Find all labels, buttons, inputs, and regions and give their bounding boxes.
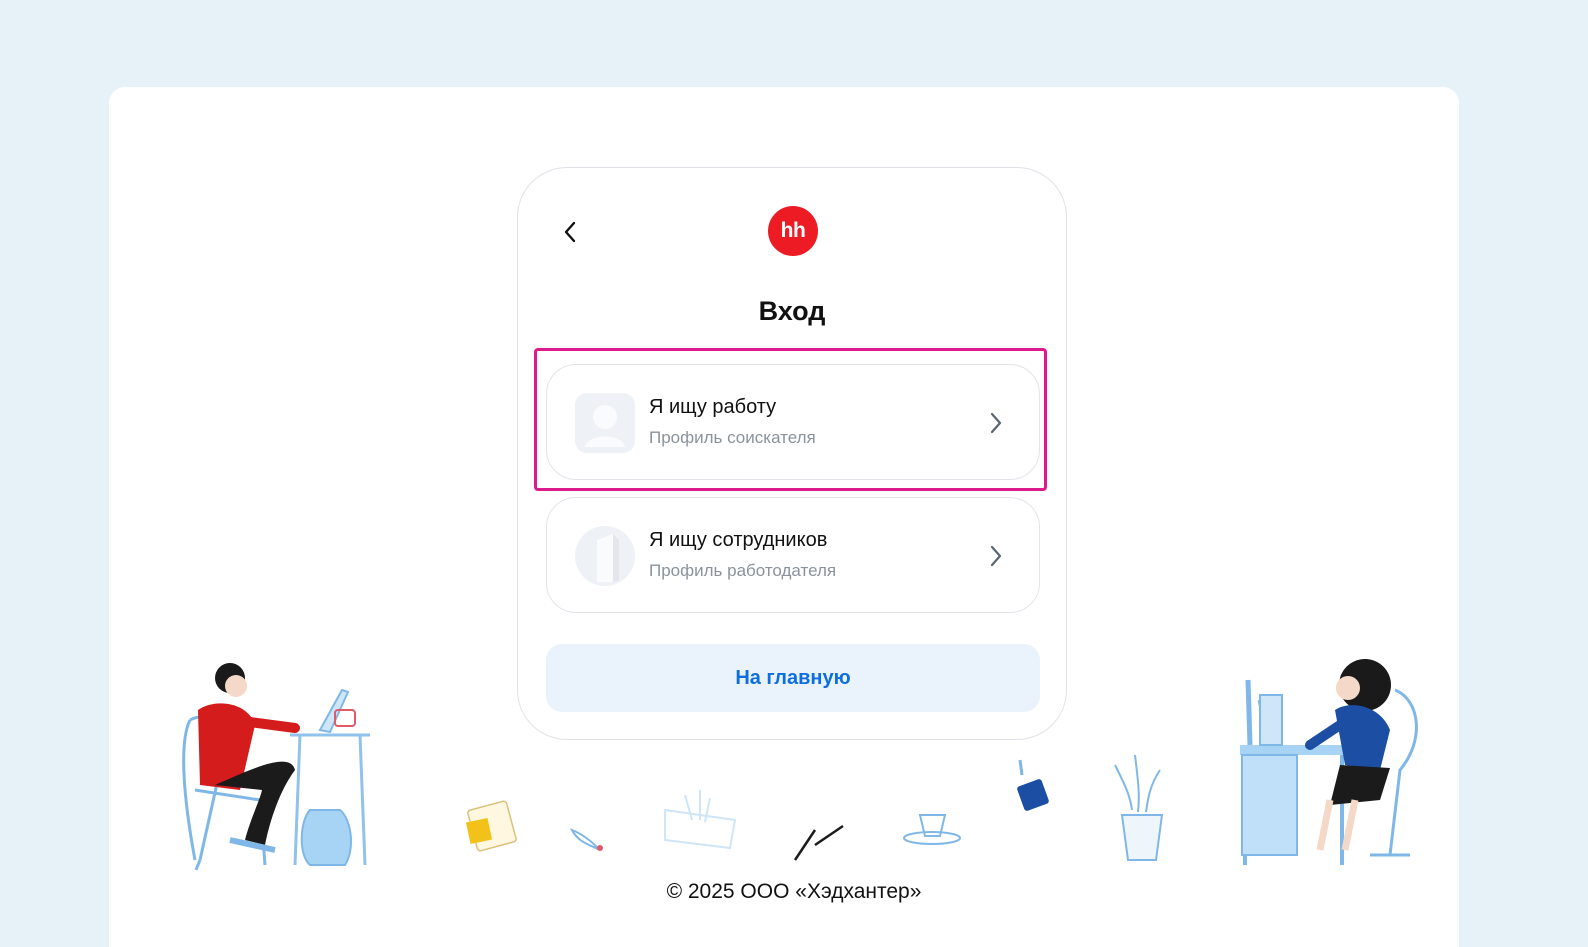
home-button[interactable]: На главную	[546, 644, 1040, 712]
page-title: Вход	[758, 296, 826, 326]
chevron-right-icon	[990, 412, 1002, 434]
building-icon	[575, 526, 635, 586]
back-button[interactable]	[556, 218, 584, 246]
option-title: Я ищу сотрудников	[649, 529, 828, 551]
user-avatar-icon	[575, 393, 635, 453]
option-subtitle: Профиль работодателя	[649, 561, 837, 580]
chevron-left-icon	[564, 221, 576, 243]
woman-at-desk-illustration	[1240, 659, 1418, 865]
hh-logo[interactable]: hh	[768, 206, 818, 256]
chevron-right-icon	[990, 545, 1002, 567]
man-at-laptop-illustration	[182, 663, 370, 871]
desk-items-illustration	[465, 754, 1164, 861]
login-card: hh Вход Я ищу работу Профиль соискателя …	[517, 167, 1067, 740]
option-title: Я ищу работу	[649, 396, 777, 418]
option-job-seeker[interactable]: Я ищу работу Профиль соискателя	[546, 364, 1040, 480]
copyright-footer: © 2025 ООО «Хэдхантер»	[666, 880, 922, 903]
option-employer[interactable]: Я ищу сотрудников Профиль работодателя	[546, 497, 1040, 613]
option-subtitle: Профиль соискателя	[649, 428, 816, 447]
